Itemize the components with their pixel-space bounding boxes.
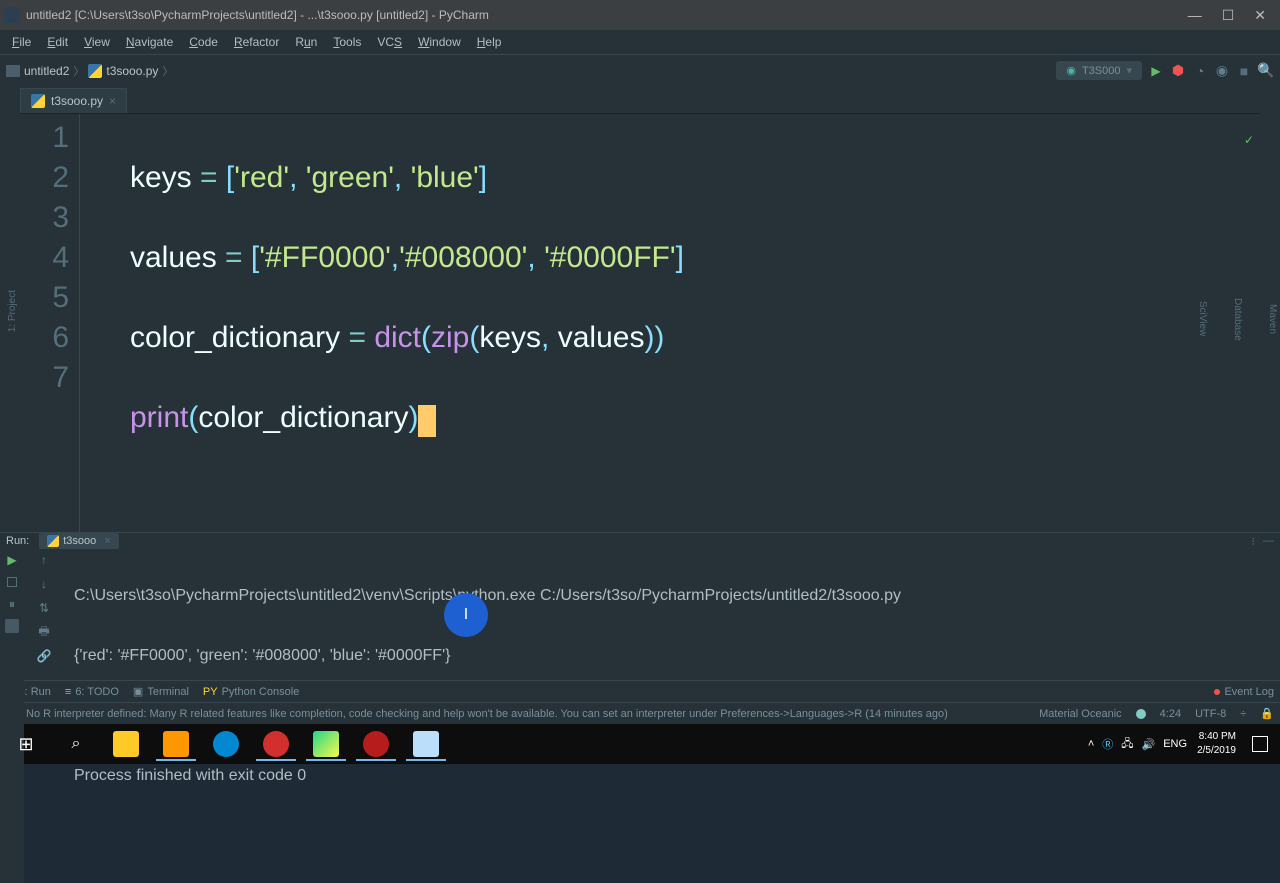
app-icon — [4, 7, 20, 23]
settings-icon[interactable]: ⁝ — [1252, 535, 1256, 548]
menu-vcs[interactable]: VCS — [371, 33, 408, 51]
taskbar-opera[interactable] — [254, 727, 298, 761]
taskbar-edge[interactable] — [204, 727, 248, 761]
run-tool-panel: Run: t3sooo × ⁝ — ▶ ⏸ ↑ ↓ ⇅ 🖶 🔗 C:\Users… — [0, 532, 1280, 680]
folder-icon — [6, 65, 20, 77]
hide-icon[interactable]: — — [1263, 535, 1274, 548]
editor-container: t3sooo.py × ✓ 1 2 3 4 5 6 7 keys = ['red… — [20, 86, 1260, 532]
menubar: File Edit View Navigate Code Refactor Ru… — [0, 30, 1280, 54]
code-editor[interactable]: ✓ 1 2 3 4 5 6 7 keys = ['red', 'green', … — [20, 114, 1260, 532]
run-label: Run: — [6, 535, 29, 547]
chevron-right-icon: 〉 — [162, 63, 173, 79]
taskbar-sublime[interactable] — [154, 727, 198, 761]
navbar: untitled2 〉 t3sooo.py 〉 ◉ T3S000 ▾ ▶ ⬢ ◔… — [0, 54, 1280, 86]
maximize-button[interactable]: ☐ — [1222, 7, 1235, 24]
pause-button[interactable]: ⏸ — [5, 597, 19, 611]
text-cursor — [418, 405, 436, 437]
chevron-down-icon: ▾ — [1126, 64, 1132, 77]
menu-tools[interactable]: Tools — [327, 33, 367, 51]
cursor-highlight: I — [444, 593, 488, 637]
console-output[interactable]: C:\Users\t3so\PycharmProjects\untitled2\… — [64, 549, 1280, 883]
run-button[interactable]: ▶ — [1148, 63, 1164, 79]
debug-button[interactable]: ⬢ — [1170, 63, 1186, 79]
menu-run[interactable]: Run — [289, 33, 323, 51]
stop-button[interactable]: ■ — [1236, 63, 1252, 79]
menu-edit[interactable]: Edit — [41, 33, 74, 51]
wrap-icon[interactable]: ⇅ — [37, 601, 51, 615]
right-tool-gutter: Maven Database SciView — [1260, 86, 1280, 532]
close-tab-icon[interactable]: × — [109, 94, 116, 108]
r-icon: ◉ — [1066, 64, 1076, 77]
chevron-right-icon: 〉 — [73, 63, 84, 79]
menu-file[interactable]: File — [6, 33, 37, 51]
menu-help[interactable]: Help — [471, 33, 508, 51]
python-file-icon — [31, 94, 45, 108]
up-icon[interactable]: ↑ — [37, 553, 51, 567]
taskbar-pycharm[interactable] — [304, 727, 348, 761]
taskbar-obs[interactable] — [354, 727, 398, 761]
close-button[interactable]: ✕ — [1254, 7, 1266, 24]
left-tool-gutter: 1: Project 7: Structure 2: Favorites — [0, 86, 20, 532]
menu-navigate[interactable]: Navigate — [120, 33, 179, 51]
window-title: untitled2 [C:\Users\t3so\PycharmProjects… — [26, 8, 489, 22]
run-toolbar-left2: ↑ ↓ ⇅ 🖶 🔗 — [24, 549, 64, 883]
exit-button[interactable] — [5, 619, 19, 633]
tool-maven[interactable]: Maven — [1265, 300, 1280, 338]
run-tab[interactable]: t3sooo × — [39, 533, 118, 549]
coverage-button[interactable]: ◔ — [1192, 63, 1208, 79]
taskbar-notepad[interactable] — [404, 727, 448, 761]
start-button[interactable]: ⊞ — [4, 727, 48, 761]
minimize-button[interactable]: — — [1188, 7, 1202, 24]
breadcrumb: untitled2 〉 t3sooo.py 〉 — [6, 63, 173, 79]
menu-code[interactable]: Code — [183, 33, 224, 51]
editor-tab[interactable]: t3sooo.py × — [20, 88, 127, 113]
run-tool-header: Run: t3sooo × ⁝ — — [0, 533, 1280, 549]
close-icon[interactable]: × — [104, 535, 110, 547]
main-area: 1: Project 7: Structure 2: Favorites t3s… — [0, 86, 1280, 532]
editor-tabs: t3sooo.py × — [20, 86, 1260, 114]
search-button[interactable]: 🔍 — [1258, 63, 1274, 79]
line-number-gutter: 1 2 3 4 5 6 7 — [20, 114, 80, 532]
code-content[interactable]: keys = ['red', 'green', 'blue'] values =… — [80, 114, 1260, 532]
menu-refactor[interactable]: Refactor — [228, 33, 285, 51]
search-button[interactable]: ⌕ — [54, 727, 98, 761]
menu-view[interactable]: View — [78, 33, 116, 51]
rerun-button[interactable]: ▶ — [5, 553, 19, 567]
breadcrumb-root[interactable]: untitled2 — [6, 64, 69, 78]
python-file-icon — [47, 535, 59, 547]
run-toolbar-left: ▶ ⏸ — [0, 549, 24, 883]
window-titlebar: untitled2 [C:\Users\t3so\PycharmProjects… — [0, 0, 1280, 30]
down-icon[interactable]: ↓ — [37, 577, 51, 591]
print-icon[interactable]: 🖶 — [37, 625, 51, 639]
taskbar-explorer[interactable] — [104, 727, 148, 761]
link-icon[interactable]: 🔗 — [37, 649, 51, 663]
tool-project[interactable]: 1: Project — [5, 286, 20, 336]
breadcrumb-file[interactable]: t3sooo.py — [88, 64, 158, 78]
menu-window[interactable]: Window — [412, 33, 467, 51]
run-config-dropdown[interactable]: ◉ T3S000 ▾ — [1056, 61, 1142, 80]
run-tool-body: ▶ ⏸ ↑ ↓ ⇅ 🖶 🔗 C:\Users\t3so\PycharmProje… — [0, 549, 1280, 883]
python-file-icon — [88, 64, 102, 78]
profile-button[interactable]: ◉ — [1214, 63, 1230, 79]
stop-button[interactable] — [5, 575, 19, 589]
